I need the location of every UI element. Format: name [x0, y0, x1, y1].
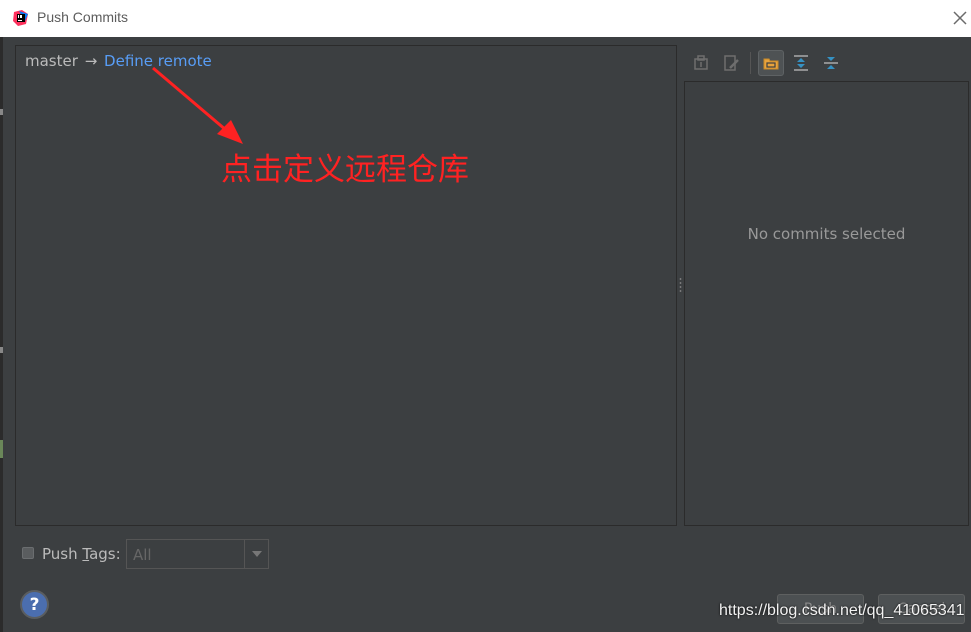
commit-details-panel: No commits selected: [684, 81, 969, 526]
group-by-folder-icon[interactable]: [758, 50, 784, 76]
expand-all-icon[interactable]: [788, 50, 814, 76]
close-icon[interactable]: [950, 8, 970, 28]
right-arrow-icon: →: [84, 52, 98, 70]
tree-icon[interactable]: [688, 50, 714, 76]
window-left-edge: [0, 37, 3, 632]
edge-mark: [0, 440, 3, 458]
help-button[interactable]: ?: [20, 590, 49, 619]
edge-mark: [0, 347, 3, 353]
branch-name: master: [25, 52, 78, 70]
intellij-app-icon: [13, 10, 28, 26]
push-tags-label-prefix: Push: [42, 545, 83, 563]
no-commits-message: No commits selected: [747, 225, 906, 243]
watermark: https://blog.csdn.net/qq_41065341: [719, 602, 965, 619]
collapse-all-icon[interactable]: [818, 50, 844, 76]
push-tags-selected-value: All: [133, 546, 152, 564]
dropdown-arrow-icon[interactable]: [244, 540, 268, 568]
edit-source-icon[interactable]: [718, 50, 744, 76]
splitter-handle-icon[interactable]: [678, 277, 683, 295]
push-tags-label-suffix: ags:: [89, 545, 121, 563]
annotation-arrow-icon: [152, 66, 243, 144]
push-tags-select[interactable]: All: [126, 539, 269, 569]
details-toolbar: [684, 46, 971, 78]
toolbar-separator: [750, 52, 751, 74]
commits-tree-panel: master → Define remote 点击定义远程仓库: [15, 45, 677, 526]
title-bar: Push Commits: [0, 0, 971, 37]
edge-mark: [0, 109, 3, 115]
annotation-text: 点击定义远程仓库: [221, 152, 469, 188]
window-title: Push Commits: [37, 9, 129, 25]
push-tags-label: Push Tags:: [42, 545, 121, 563]
push-tags-checkbox[interactable]: [22, 547, 34, 559]
